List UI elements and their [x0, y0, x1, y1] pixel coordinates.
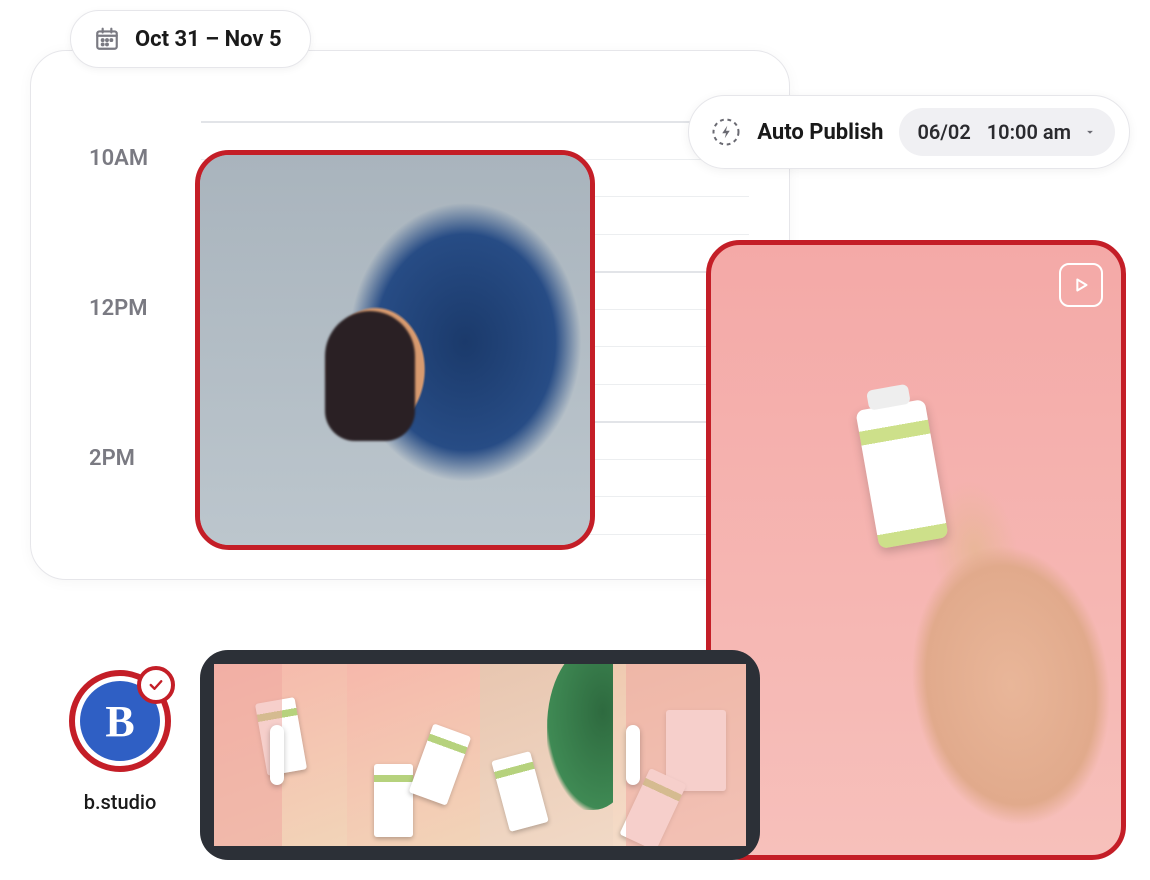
scheduled-post-image[interactable]	[195, 150, 595, 550]
portrait-photo	[200, 155, 590, 545]
calendar-icon	[93, 25, 121, 53]
video-timeline[interactable]	[200, 650, 760, 860]
timeline-frame	[347, 664, 480, 846]
publish-datetime-picker[interactable]: 06/02 10:00 am	[899, 108, 1115, 156]
timeline-frames	[214, 664, 746, 846]
publish-time: 10:00 am	[987, 120, 1071, 144]
time-label: 2PM	[89, 446, 135, 471]
video-preview-tile[interactable]	[706, 240, 1126, 860]
auto-publish-label: Auto Publish	[757, 120, 883, 145]
date-range-label: Oct 31 – Nov 5	[135, 27, 282, 52]
brand-name-label: b.studio	[50, 790, 190, 814]
publish-date: 06/02	[917, 120, 970, 144]
time-label: 10AM	[89, 146, 148, 171]
auto-publish-icon	[711, 117, 741, 147]
brand-account-badge[interactable]: B b.studio	[50, 670, 190, 814]
auto-publish-control: Auto Publish 06/02 10:00 am	[688, 95, 1130, 169]
video-play-icon	[1059, 263, 1103, 307]
trim-handle-start[interactable]	[270, 725, 284, 785]
verified-check-icon	[137, 666, 175, 704]
trim-handle-end[interactable]	[626, 725, 640, 785]
brand-avatar: B	[69, 670, 171, 772]
video-frame	[711, 245, 1121, 855]
timeline-frame	[480, 664, 613, 846]
time-label: 12PM	[89, 296, 148, 321]
date-range-picker[interactable]: Oct 31 – Nov 5	[70, 10, 311, 68]
chevron-down-icon	[1083, 120, 1097, 144]
